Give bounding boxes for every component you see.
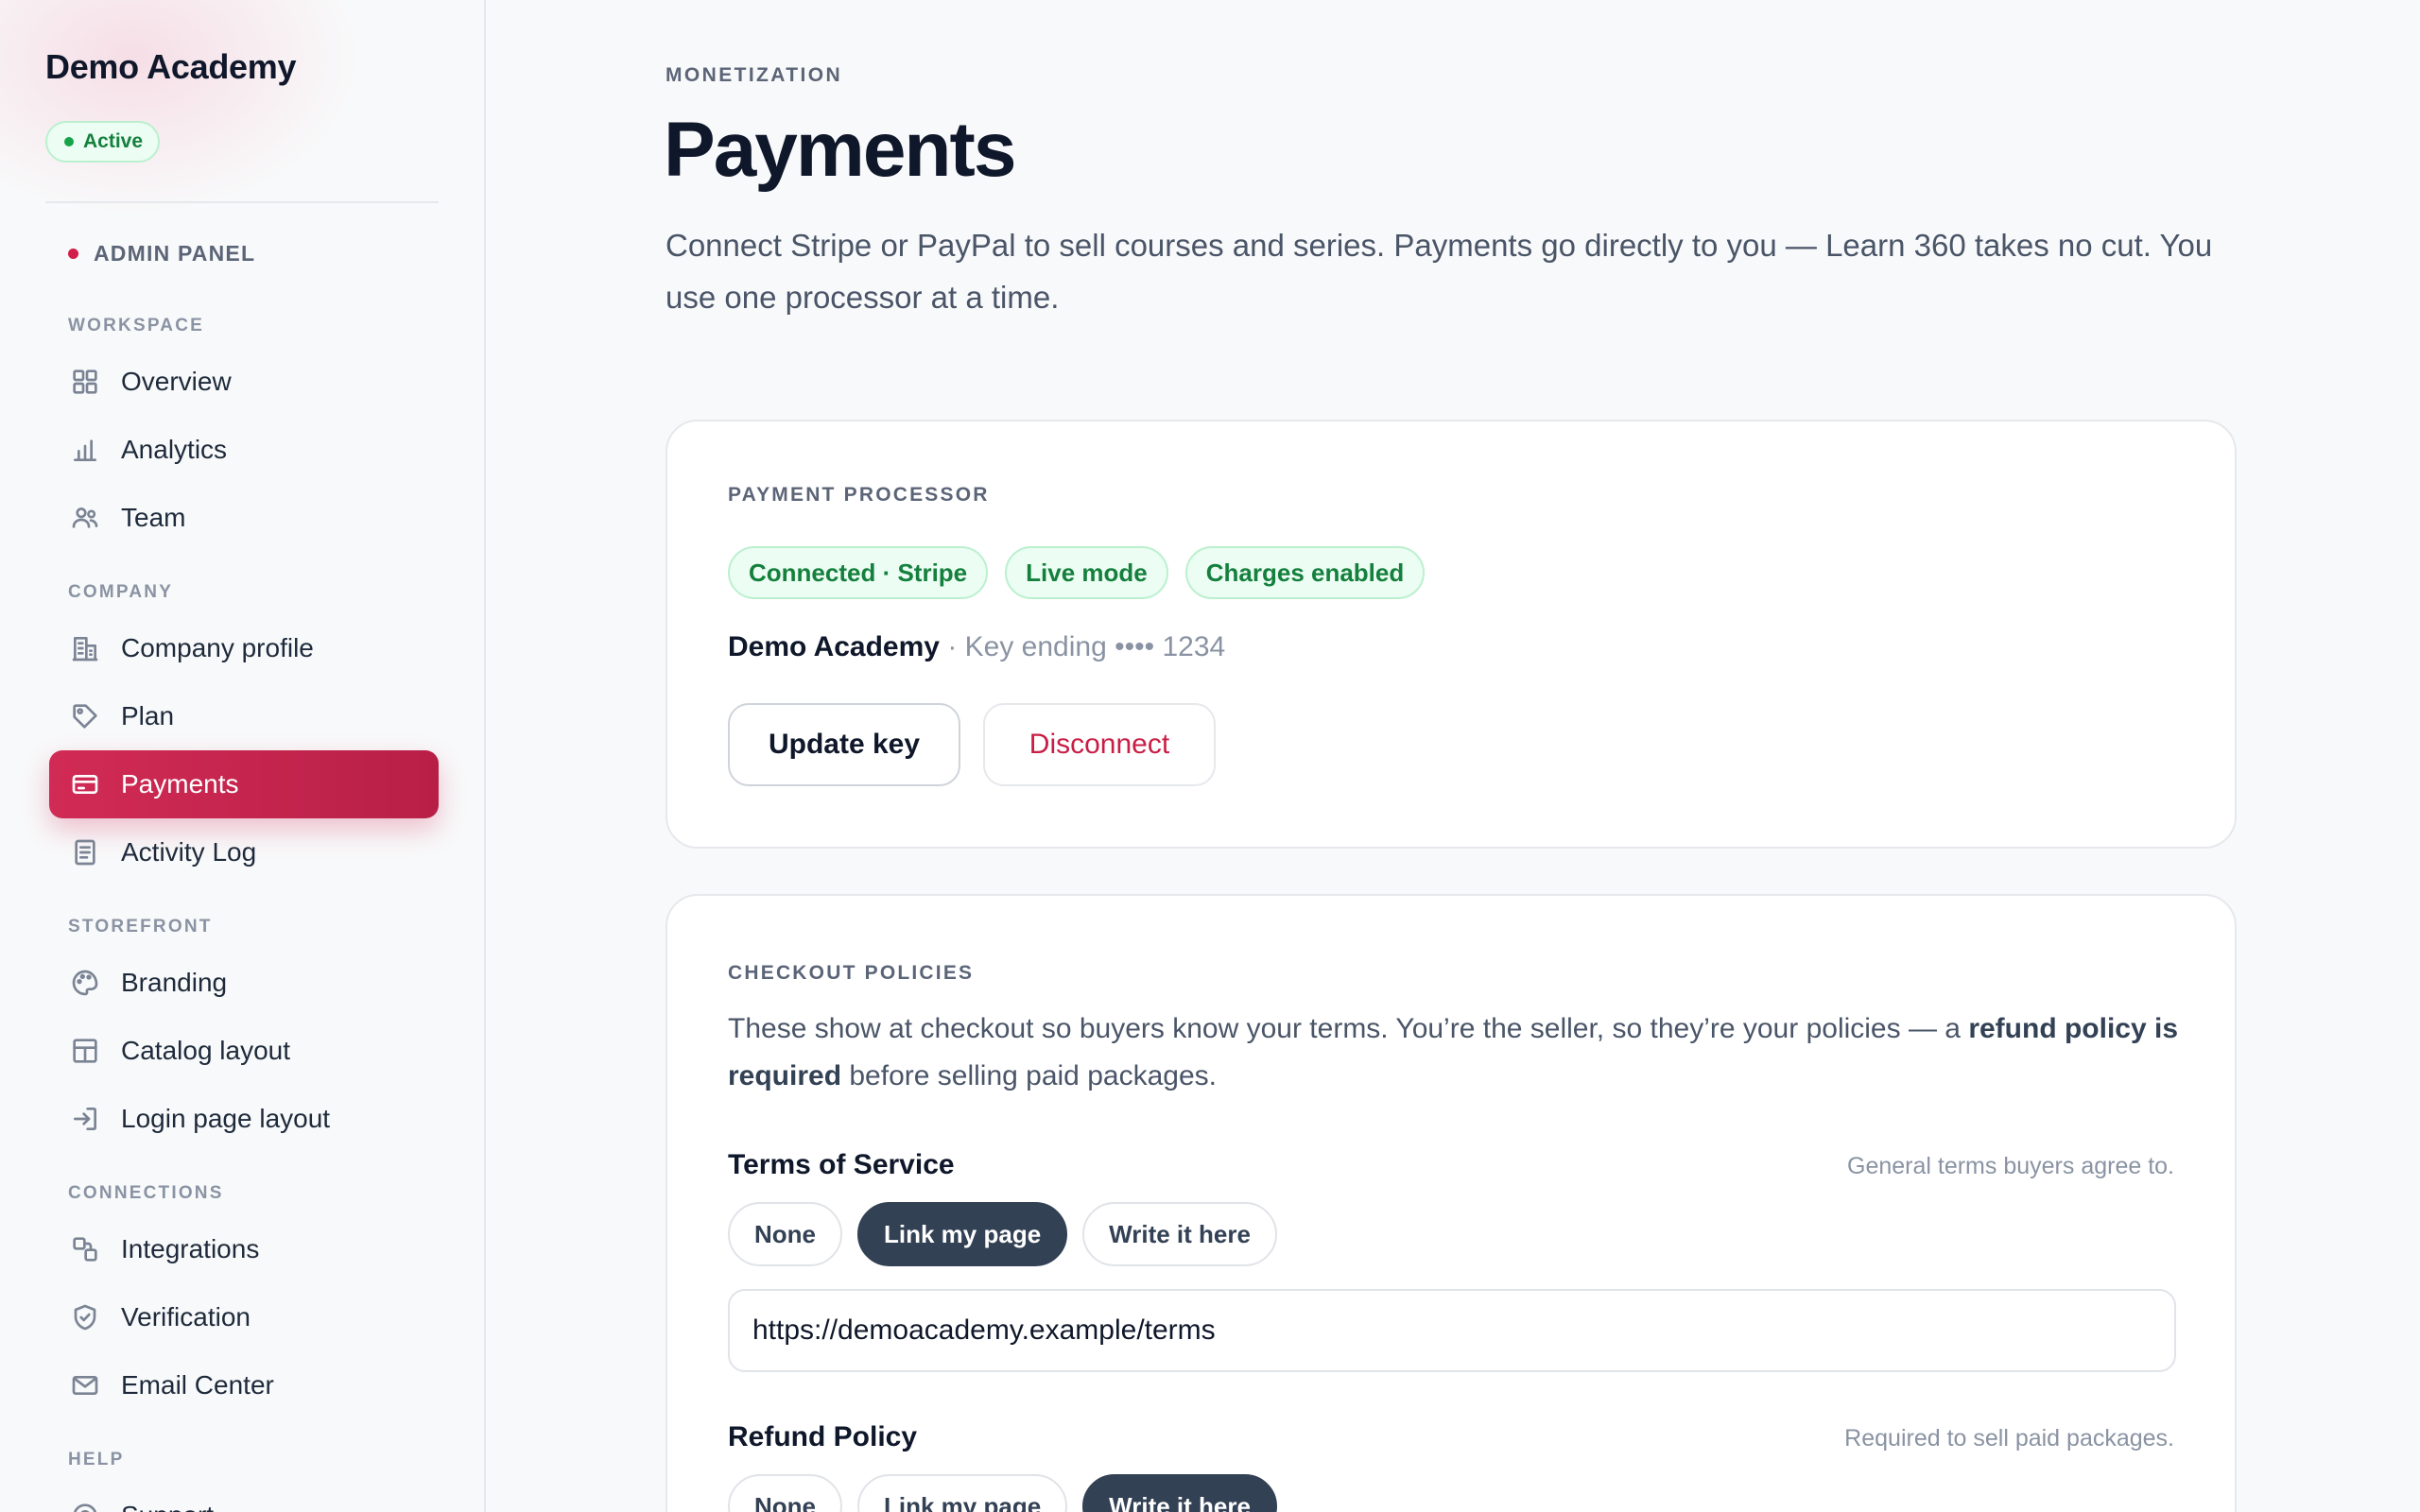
sidebar-item-company-profile[interactable]: Company profile bbox=[49, 614, 439, 682]
sidebar-item-label: Activity Log bbox=[121, 837, 257, 867]
sidebar-item-label: Payments bbox=[121, 769, 239, 799]
main-content: MONETIZATION Payments Connect Stripe or … bbox=[486, 0, 2420, 1512]
sidebar-item-label: Company profile bbox=[121, 633, 314, 662]
refund-option-write[interactable]: Write it here bbox=[1082, 1474, 1277, 1512]
sidebar-item-label: Analytics bbox=[121, 435, 228, 464]
shield-check-icon bbox=[68, 1300, 102, 1334]
sidebar-item-label: Support bbox=[121, 1501, 214, 1512]
sidebar-item-label: Integrations bbox=[121, 1234, 260, 1263]
sidebar-item-label: Email Center bbox=[121, 1370, 274, 1400]
payment-processor-card: PAYMENT PROCESSOR Connected · Stripe Liv… bbox=[666, 420, 2237, 849]
refund-hint: Required to sell paid packages. bbox=[1844, 1425, 2174, 1452]
layout-icon bbox=[68, 1034, 102, 1068]
status-badges: Connected · Stripe Live mode Charges ena… bbox=[728, 546, 1426, 599]
grid-icon bbox=[68, 365, 102, 399]
terms-options: None Link my page Write it here bbox=[728, 1202, 1277, 1266]
section-company: COMPANY bbox=[68, 582, 174, 602]
disconnect-button[interactable]: Disconnect bbox=[983, 703, 1216, 786]
sidebar-glow bbox=[0, 0, 378, 227]
users-icon bbox=[68, 501, 102, 535]
admin-panel-label: ADMIN PANEL bbox=[68, 241, 255, 266]
building-icon bbox=[68, 631, 102, 665]
terms-option-write[interactable]: Write it here bbox=[1082, 1202, 1277, 1266]
sidebar-item-label: Team bbox=[121, 503, 186, 532]
account-name: Demo Academy bbox=[728, 631, 940, 662]
login-icon bbox=[68, 1102, 102, 1136]
mail-icon bbox=[68, 1368, 102, 1402]
sidebar-item-email-center[interactable]: Email Center bbox=[49, 1351, 439, 1419]
terms-option-link[interactable]: Link my page bbox=[857, 1202, 1068, 1266]
sidebar-item-label: Branding bbox=[121, 968, 228, 997]
app-root: Demo Academy Active ADMIN PANEL WORKSPAC… bbox=[0, 0, 2420, 1512]
desc-text: These show at checkout so buyers know yo… bbox=[728, 1013, 1969, 1044]
sidebar-item-label: Verification bbox=[121, 1302, 251, 1332]
status-label: Active bbox=[83, 130, 144, 152]
sidebar-item-label: Plan bbox=[121, 701, 175, 730]
bar-chart-icon bbox=[68, 433, 102, 467]
section-connections: CONNECTIONS bbox=[68, 1183, 224, 1203]
page-description: Connect Stripe or PayPal to sell courses… bbox=[666, 228, 2213, 315]
live-mode-badge: Live mode bbox=[1005, 546, 1168, 599]
refund-label: Refund Policy bbox=[728, 1421, 918, 1452]
sidebar-item-analytics[interactable]: Analytics bbox=[49, 416, 439, 484]
tag-icon bbox=[68, 699, 102, 733]
sidebar-item-catalog-layout[interactable]: Catalog layout bbox=[49, 1017, 439, 1085]
policies-description: These show at checkout so buyers know yo… bbox=[728, 1005, 2203, 1100]
checkout-policies-card: CHECKOUT POLICIES These show at checkout… bbox=[666, 894, 2237, 1512]
card-heading: CHECKOUT POLICIES bbox=[728, 962, 975, 984]
charges-enabled-badge: Charges enabled bbox=[1184, 546, 1426, 599]
page-eyebrow: MONETIZATION bbox=[666, 64, 843, 86]
sidebar-item-plan[interactable]: Plan bbox=[49, 682, 439, 750]
card-heading: PAYMENT PROCESSOR bbox=[728, 484, 990, 506]
sidebar-item-branding[interactable]: Branding bbox=[49, 949, 439, 1017]
sidebar-item-integrations[interactable]: Integrations bbox=[49, 1215, 439, 1283]
sidebar-item-support[interactable]: Support bbox=[49, 1482, 439, 1512]
terms-hint: General terms buyers agree to. bbox=[1847, 1153, 2174, 1179]
section-storefront: STOREFRONT bbox=[68, 917, 213, 936]
sidebar-item-verification[interactable]: Verification bbox=[49, 1283, 439, 1351]
desc-text-end: before selling paid packages. bbox=[841, 1060, 1217, 1091]
status-dot bbox=[64, 137, 74, 146]
page-title: Payments bbox=[664, 107, 1016, 193]
sidebar-item-payments[interactable]: Payments bbox=[49, 750, 439, 818]
sidebar-item-label: Catalog layout bbox=[121, 1036, 291, 1065]
sidebar: Demo Academy Active ADMIN PANEL WORKSPAC… bbox=[0, 0, 486, 1512]
document-icon bbox=[68, 835, 102, 869]
key-ending: · Key ending •••• 1234 bbox=[939, 631, 1226, 662]
terms-url-input[interactable] bbox=[728, 1289, 2176, 1372]
integrations-icon bbox=[68, 1232, 102, 1266]
admin-dot bbox=[68, 249, 78, 259]
palette-icon bbox=[68, 966, 102, 1000]
refund-option-link[interactable]: Link my page bbox=[857, 1474, 1068, 1512]
update-key-button[interactable]: Update key bbox=[728, 703, 960, 786]
support-icon bbox=[68, 1499, 102, 1512]
sidebar-item-activity-log[interactable]: Activity Log bbox=[49, 818, 439, 886]
brand-name: Demo Academy bbox=[45, 47, 297, 86]
section-workspace: WORKSPACE bbox=[68, 316, 205, 335]
account-info: Demo Academy · Key ending •••• 1234 bbox=[728, 631, 1225, 663]
admin-panel-text: ADMIN PANEL bbox=[94, 241, 256, 266]
terms-label: Terms of Service bbox=[728, 1149, 955, 1180]
connected-badge: Connected · Stripe bbox=[728, 546, 989, 599]
sidebar-item-team[interactable]: Team bbox=[49, 484, 439, 552]
refund-options: None Link my page Write it here bbox=[728, 1474, 1277, 1512]
section-help: HELP bbox=[68, 1450, 125, 1469]
sidebar-item-label: Login page layout bbox=[121, 1104, 331, 1133]
terms-option-none[interactable]: None bbox=[728, 1202, 842, 1266]
credit-card-icon bbox=[68, 767, 102, 801]
refund-option-none[interactable]: None bbox=[728, 1474, 842, 1512]
sidebar-item-login-page-layout[interactable]: Login page layout bbox=[49, 1085, 439, 1153]
sidebar-item-label: Overview bbox=[121, 367, 232, 396]
sidebar-divider bbox=[45, 201, 439, 203]
status-badge: Active bbox=[45, 121, 161, 163]
sidebar-item-overview[interactable]: Overview bbox=[49, 348, 439, 416]
